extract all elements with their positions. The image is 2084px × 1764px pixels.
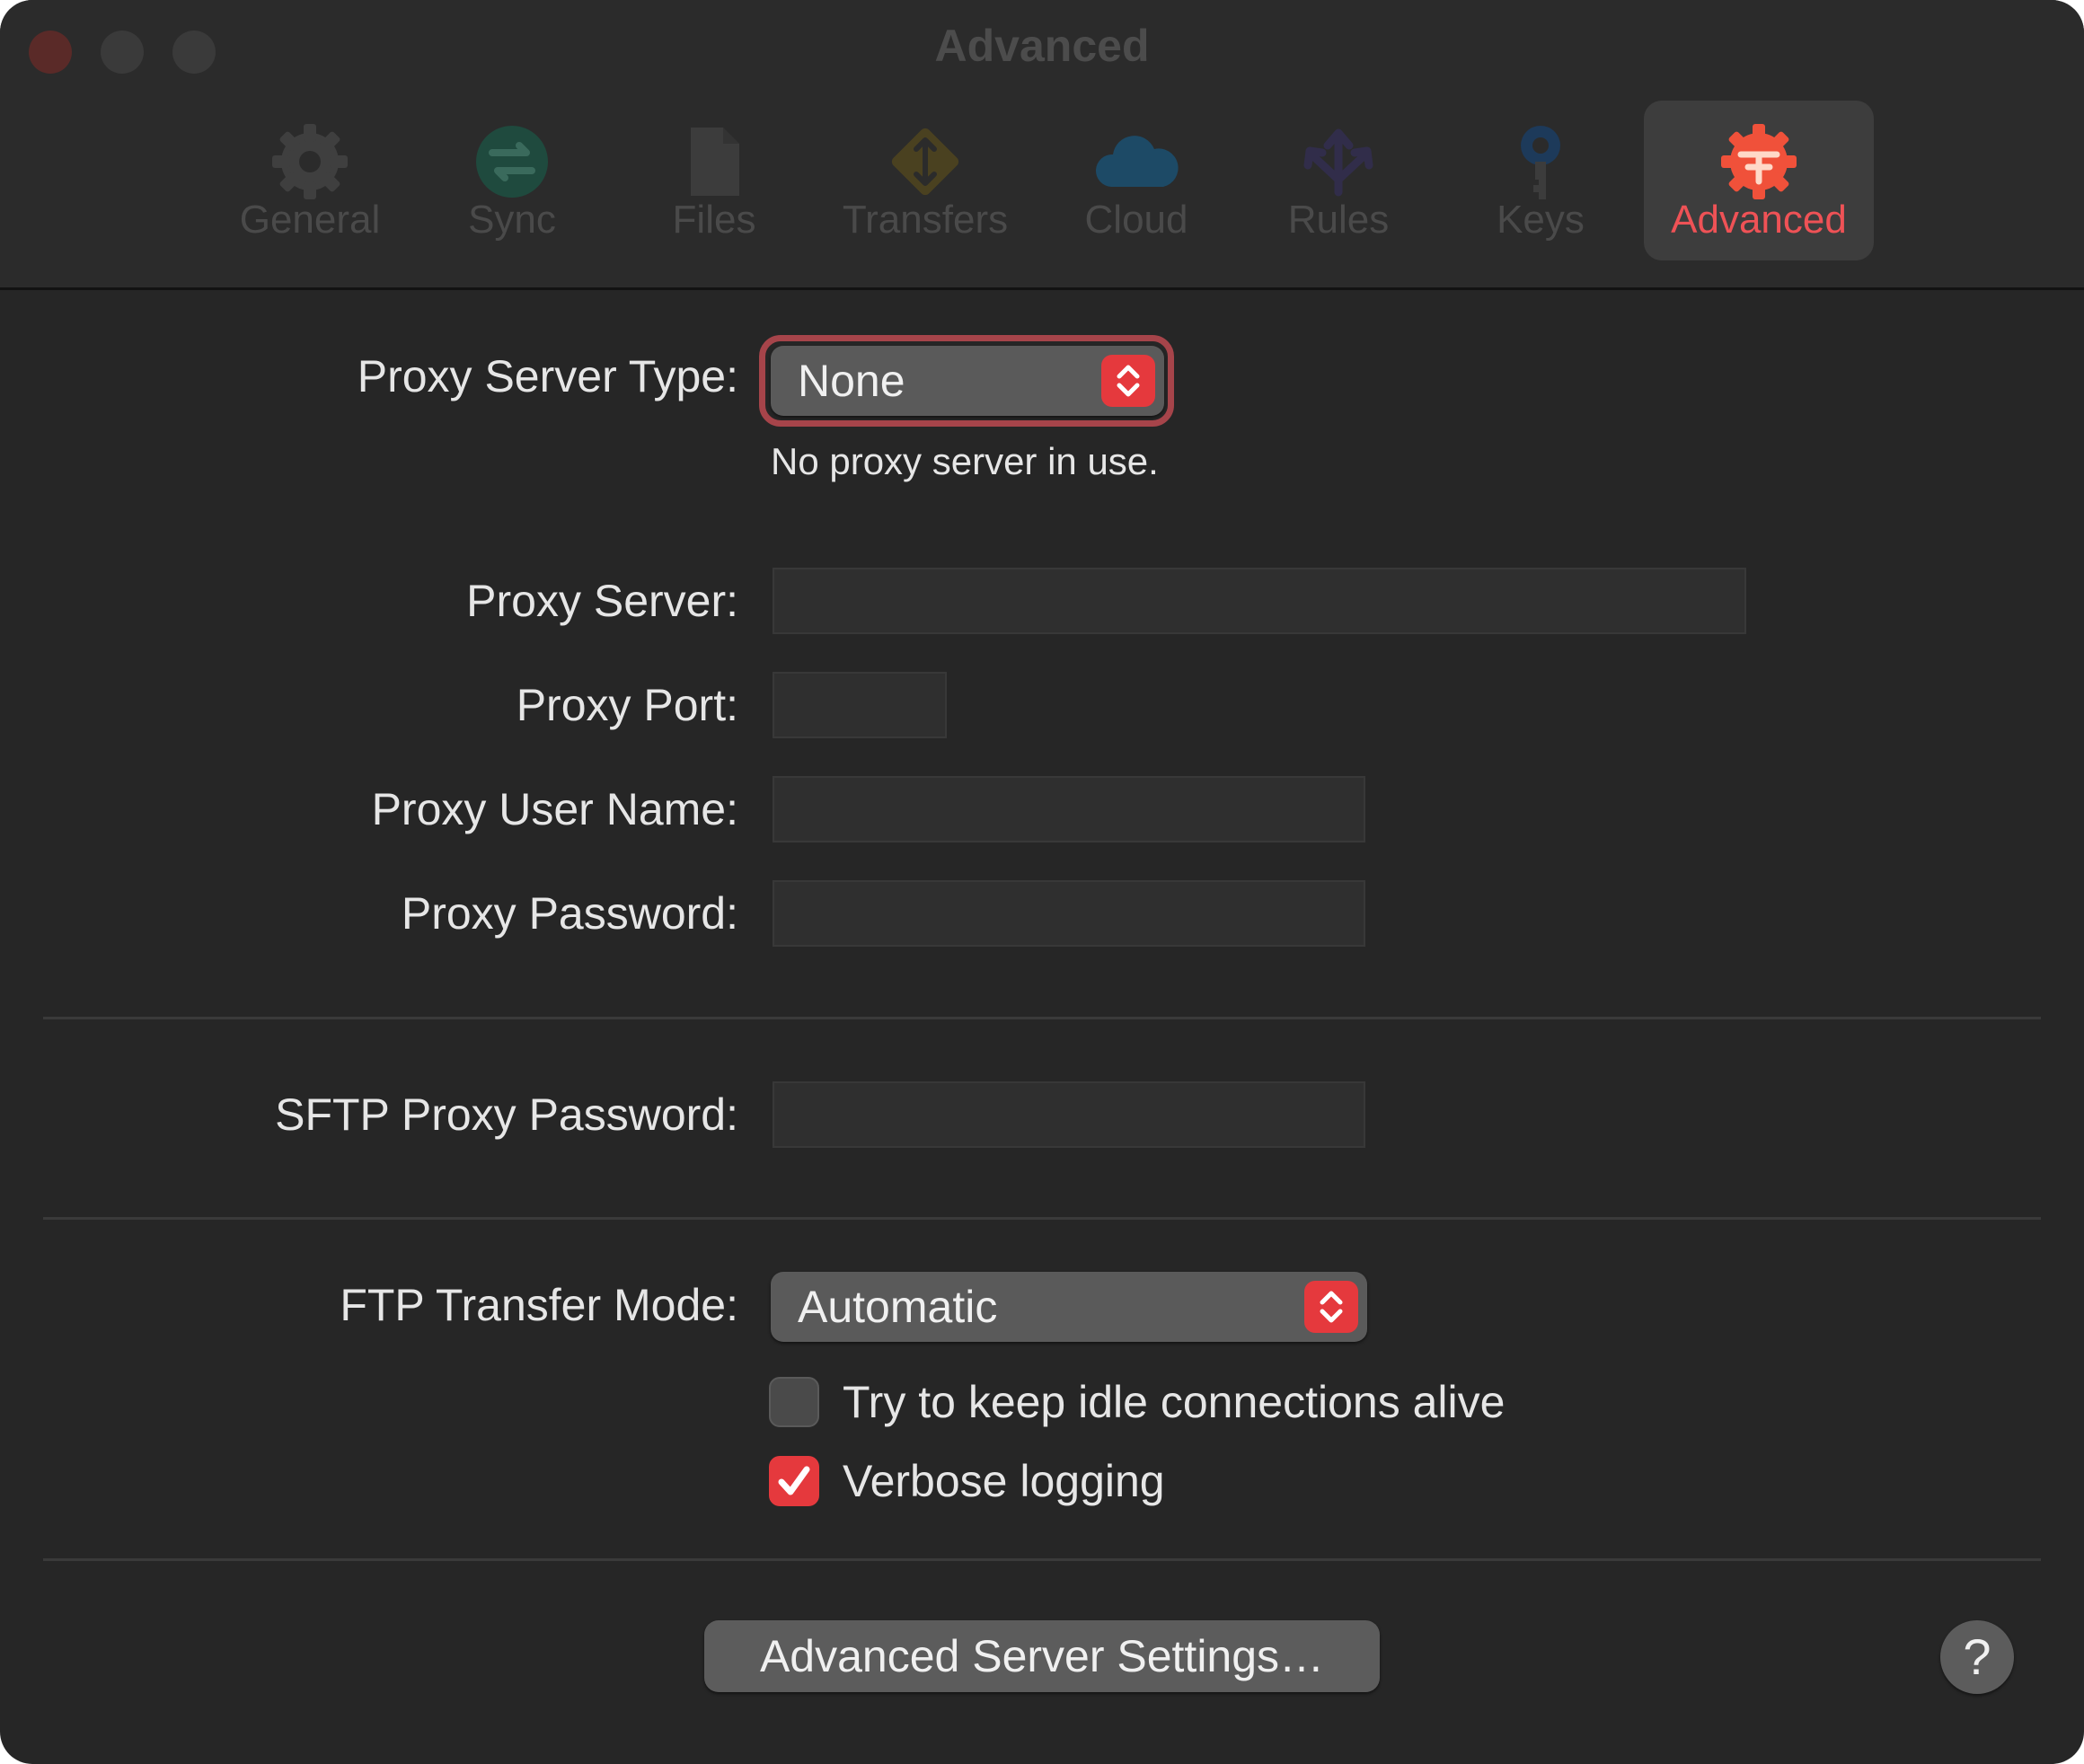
ftp-transfer-mode-popup[interactable]: Automatic	[771, 1272, 1367, 1342]
tab-sync-label: Sync	[468, 198, 556, 242]
proxy-server-type-value: None	[798, 356, 905, 406]
proxy-server-type-popup[interactable]: None	[771, 346, 1164, 416]
cloud-icon	[1091, 117, 1181, 207]
advanced-server-settings-button[interactable]: Advanced Server Settings…	[704, 1620, 1380, 1692]
ftp-transfer-mode-value: Automatic	[798, 1282, 998, 1332]
transfer-diamond-icon	[880, 117, 970, 207]
verbose-logging-checkbox[interactable]	[769, 1456, 819, 1506]
tab-advanced-label: Advanced	[1671, 198, 1847, 242]
proxy-server-input[interactable]	[773, 568, 1746, 634]
tab-files[interactable]: Files	[629, 101, 799, 260]
proxy-username-input[interactable]	[773, 776, 1365, 842]
proxy-password-input[interactable]	[773, 880, 1365, 947]
proxy-type-hint: No proxy server in use.	[771, 440, 1159, 482]
tab-transfers[interactable]: Transfers	[826, 101, 1024, 260]
tab-rules[interactable]: Rules	[1258, 101, 1419, 260]
tab-files-label: Files	[672, 198, 756, 242]
gear-icon	[265, 117, 355, 207]
branch-arrows-icon	[1294, 117, 1383, 207]
tab-keys-label: Keys	[1497, 198, 1585, 242]
sync-arrows-icon	[467, 117, 557, 207]
toolbar-tabs: General Sync Files Transfers Cloud Rules…	[0, 0, 2084, 287]
help-button[interactable]: ?	[1940, 1620, 2014, 1694]
checkmark-icon	[778, 1466, 810, 1495]
popup-chevrons-icon	[1304, 1281, 1358, 1333]
separator	[43, 1558, 2041, 1561]
keep-alive-checkbox[interactable]	[769, 1377, 819, 1427]
preferences-window: Advanced General Sync Files Transfers Cl…	[0, 0, 2084, 1764]
popup-chevrons-icon	[1101, 355, 1155, 407]
tab-advanced[interactable]: Advanced	[1644, 101, 1874, 260]
proxy-server-label: Proxy Server:	[466, 576, 738, 626]
verbose-logging-label[interactable]: Verbose logging	[843, 1455, 1165, 1507]
sftp-proxy-password-label: SFTP Proxy Password:	[275, 1089, 738, 1140]
proxy-username-label: Proxy User Name:	[371, 784, 738, 834]
proxy-password-label: Proxy Password:	[401, 888, 738, 939]
separator	[43, 1017, 2041, 1019]
proxy-port-label: Proxy Port:	[516, 680, 738, 730]
proxy-port-input[interactable]	[773, 672, 947, 738]
tab-sync[interactable]: Sync	[431, 101, 593, 260]
proxy-server-type-label: Proxy Server Type:	[357, 351, 738, 401]
keep-alive-label[interactable]: Try to keep idle connections alive	[843, 1376, 1505, 1428]
tab-rules-label: Rules	[1287, 198, 1390, 242]
title-bar: Advanced General Sync Files Transfers Cl…	[0, 0, 2084, 290]
key-icon	[1496, 117, 1585, 207]
advanced-gear-icon	[1714, 117, 1804, 207]
sftp-proxy-password-input[interactable]	[773, 1081, 1365, 1148]
separator	[43, 1217, 2041, 1220]
tab-cloud[interactable]: Cloud	[1060, 101, 1213, 260]
tab-keys[interactable]: Keys	[1464, 101, 1617, 260]
tab-general-label: General	[239, 198, 381, 242]
document-icon	[669, 117, 759, 207]
ftp-transfer-mode-label: FTP Transfer Mode:	[340, 1280, 738, 1330]
tab-general[interactable]: General	[225, 101, 395, 260]
tab-transfers-label: Transfers	[842, 198, 1009, 242]
tab-cloud-label: Cloud	[1084, 198, 1188, 242]
